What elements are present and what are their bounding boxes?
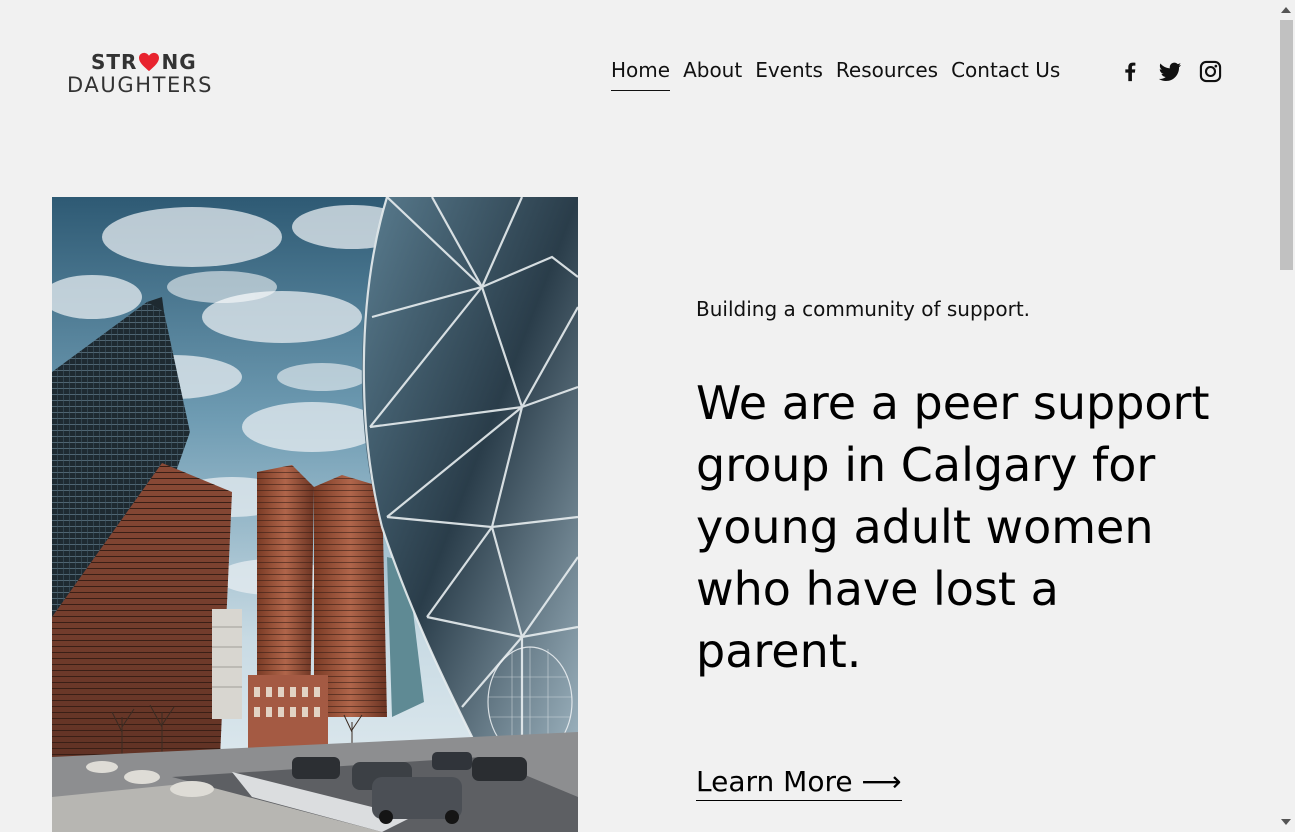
- scroll-thumb[interactable]: [1280, 20, 1293, 270]
- nav-contact-us[interactable]: Contact Us: [951, 58, 1060, 91]
- logo-text-right: NG: [161, 50, 197, 74]
- nav-home[interactable]: Home: [611, 58, 671, 91]
- social-links: [1119, 60, 1222, 83]
- hero-tagline: Building a community of support.: [696, 297, 1031, 321]
- heart-icon: [139, 52, 160, 72]
- logo-line1: STR NG: [91, 50, 197, 74]
- logo-line2: DAUGHTERS: [67, 73, 214, 97]
- scroll-up-arrow-icon[interactable]: [1281, 7, 1291, 13]
- nav-about[interactable]: About: [683, 58, 742, 91]
- twitter-icon[interactable]: [1158, 60, 1182, 83]
- logo-text-left: STR: [91, 50, 138, 74]
- facebook-icon[interactable]: [1119, 60, 1142, 83]
- main-nav: Home About Events Resources Contact Us: [611, 58, 1060, 91]
- nav-events[interactable]: Events: [755, 58, 823, 91]
- site-logo[interactable]: STR NG DAUGHTERS: [67, 50, 242, 97]
- nav-resources[interactable]: Resources: [836, 58, 938, 91]
- scroll-down-arrow-icon[interactable]: [1281, 819, 1291, 825]
- hero-image-calgary-skyline: [52, 197, 578, 832]
- page: STR NG DAUGHTERS Home About Events Resou…: [0, 0, 1295, 832]
- page-scrollbar[interactable]: [1278, 0, 1295, 832]
- instagram-icon[interactable]: [1199, 60, 1222, 83]
- learn-more-link[interactable]: Learn More ⟶: [696, 764, 902, 801]
- hero-headline: We are a peer support group in Calgary f…: [696, 376, 1210, 678]
